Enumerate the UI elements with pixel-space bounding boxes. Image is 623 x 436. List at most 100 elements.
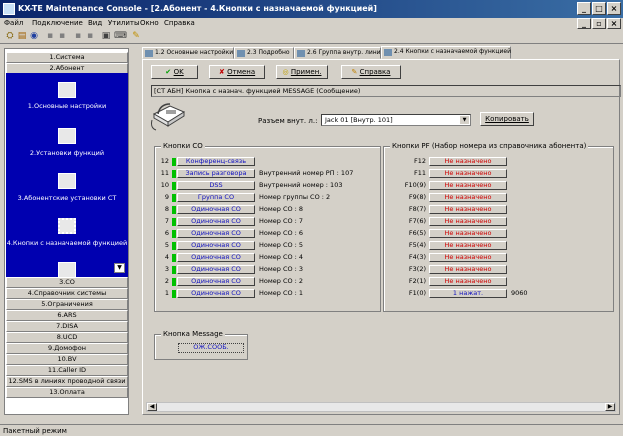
pf-keys-title: Кнопки PF (Набор номера из справочника а… <box>390 142 589 150</box>
nav-disa[interactable]: 7.DISA <box>6 321 128 332</box>
chevron-down-icon[interactable]: ▼ <box>460 116 469 124</box>
close-button[interactable]: × <box>607 2 621 15</box>
help-icon[interactable]: ✎ <box>130 31 142 42</box>
co-key-button[interactable]: Одиночная CO <box>177 217 255 226</box>
nav-caller-id[interactable]: 11.Caller ID <box>6 365 128 376</box>
tab-basic-settings[interactable]: 1.2 Основные настройки <box>142 47 234 59</box>
co-key-info: Номер CO : 6 <box>259 229 304 237</box>
pf-key-button[interactable]: 1 нажат. <box>429 289 507 298</box>
nav-ars[interactable]: 6.ARS <box>6 310 128 321</box>
co-key-button[interactable]: Одиночная CO <box>177 289 255 298</box>
led-indicator <box>172 194 176 202</box>
pf-key-button[interactable]: Не назначено <box>429 157 507 166</box>
terminal-icon[interactable]: ⌨ <box>114 31 127 42</box>
pf-key-button[interactable]: Не назначено <box>429 181 507 190</box>
co-key-button[interactable]: Одиночная CO <box>177 253 255 262</box>
nav-doorphone[interactable]: 9.Домофон <box>6 343 128 354</box>
horizontal-scrollbar[interactable]: ◀ ▶ <box>146 402 616 412</box>
co-key-button[interactable]: DSS <box>177 181 255 190</box>
cancel-button[interactable]: ✘ Отмена <box>209 65 265 79</box>
message-waiting-button[interactable]: ОЖ.СООБ. <box>178 343 244 353</box>
nav-ucd[interactable]: 8.UCD <box>6 332 128 343</box>
co-key-button[interactable]: Одиночная CO <box>177 277 255 286</box>
disconnect-icon[interactable]: ◉ <box>28 31 40 42</box>
pf-key-button[interactable]: Не назначено <box>429 217 507 226</box>
upload-icon[interactable]: ▪ <box>72 31 84 42</box>
pf-key-button[interactable]: Не назначено <box>429 193 507 202</box>
phone-settings-icon[interactable] <box>58 82 76 98</box>
tab-flexible-keys[interactable]: 2.4 Кнопки с назначаемой функцией <box>381 46 511 59</box>
content-area: ✔ OK ✘ Отмена ◎ Примен. ✎ Справка [СТ АБ… <box>142 59 621 415</box>
co-key-number: 9 <box>164 193 169 201</box>
nav-restrictions[interactable]: 5.Ограничения <box>6 299 128 310</box>
mdi-minimize-button[interactable]: _ <box>577 18 591 29</box>
co-key-button[interactable]: Одиночная CO <box>177 265 255 274</box>
pf-key-number: F1(0) <box>408 289 426 297</box>
menu-connect[interactable]: Подключение <box>32 19 83 27</box>
scroll-left-icon[interactable]: ◀ <box>147 403 157 411</box>
mdi-close-button[interactable]: × <box>607 18 621 29</box>
co-key-button[interactable]: Одиночная CO <box>177 241 255 250</box>
maximize-button[interactable]: □ <box>592 2 606 15</box>
nav-basic-settings[interactable]: 1.Основные настройки <box>6 102 128 110</box>
pf-keys-group: Кнопки PF (Набор номера из справочника а… <box>383 142 614 312</box>
apply-button[interactable]: ◎ Примен. <box>276 65 328 79</box>
menu-view[interactable]: Вид <box>88 19 102 27</box>
pf-key-number: F8(7) <box>408 205 426 213</box>
pf-key-button[interactable]: Не назначено <box>429 277 507 286</box>
ok-button[interactable]: ✔ OK <box>151 65 198 79</box>
co-key-number: 11 <box>160 169 169 177</box>
open-icon[interactable]: ▤ <box>16 31 28 42</box>
nav-co[interactable]: 3.CO <box>6 277 128 288</box>
more-icon[interactable] <box>58 262 76 278</box>
nav-scroll-down-icon[interactable]: ▼ <box>114 263 125 273</box>
co-key-button[interactable]: Одиночная CO <box>177 205 255 214</box>
minimize-button[interactable]: _ <box>577 2 591 15</box>
feature-settings-icon[interactable] <box>58 128 76 144</box>
nav-bv[interactable]: 10.BV <box>6 354 128 365</box>
nav-system[interactable]: 1.Система <box>6 52 128 63</box>
menu-window[interactable]: Окно <box>140 19 159 27</box>
menu-file[interactable]: Файл <box>4 19 23 27</box>
pf-key-button[interactable]: Не назначено <box>429 205 507 214</box>
nav-sms[interactable]: 12.SMS в линиях проводной связи <box>6 376 128 387</box>
scroll-right-icon[interactable]: ▶ <box>605 403 615 411</box>
copy-button[interactable]: Копировать <box>480 112 534 126</box>
co-key-button[interactable]: Запись разговора <box>177 169 255 178</box>
nav-flexible-keys[interactable]: 4.Кнопки с назначаемой функцией <box>6 239 128 247</box>
mdi-restore-button[interactable]: ▫ <box>592 18 606 29</box>
tab-ext-group[interactable]: 2.6 Группа внутр. линий <box>294 47 384 59</box>
load-icon[interactable]: ▪ <box>56 31 68 42</box>
download-icon[interactable]: ▪ <box>84 31 96 42</box>
menu-help[interactable]: Справка <box>164 19 195 27</box>
pf-key-button[interactable]: Не назначено <box>429 229 507 238</box>
help-button[interactable]: ✎ Справка <box>341 65 401 79</box>
pf-key-button[interactable]: Не назначено <box>429 169 507 178</box>
flexible-keys-icon[interactable] <box>58 218 76 234</box>
co-key-info: Номер CO : 2 <box>259 277 304 285</box>
co-key-info: Внутренний номер РП : 107 <box>259 169 354 177</box>
co-key-info: Номер CO : 8 <box>259 205 304 213</box>
nav-terminal-settings[interactable]: 3.Абонентские установки СТ <box>6 194 128 202</box>
co-key-button[interactable]: Группа CO <box>177 193 255 202</box>
co-key-number: 10 <box>160 181 169 189</box>
extension-label: Разъем внут. л.: <box>258 117 318 125</box>
tab-details[interactable]: 2.3 Подробно <box>234 47 294 59</box>
pf-key-button[interactable]: Не назначено <box>429 253 507 262</box>
co-key-button[interactable]: Одиночная CO <box>177 229 255 238</box>
pf-key-button[interactable]: Не назначено <box>429 241 507 250</box>
pf-key-number: F9(8) <box>408 193 426 201</box>
save-icon[interactable]: ▪ <box>44 31 56 42</box>
extension-select[interactable]: Jack 01 [Внутр. 101] ▼ <box>321 114 471 126</box>
connect-icon[interactable]: ⛭ <box>4 31 16 42</box>
nav-directory[interactable]: 4.Справочник системы <box>6 288 128 299</box>
terminal-settings-icon[interactable] <box>58 173 76 189</box>
menu-utilities[interactable]: Утилиты <box>108 19 140 27</box>
co-key-button[interactable]: Конференц-связь <box>177 157 255 166</box>
pf-key-button[interactable]: Не назначено <box>429 265 507 274</box>
program-icon[interactable]: ▣ <box>100 31 112 42</box>
help-icon: ✎ <box>351 68 360 76</box>
co-key-number: 2 <box>164 277 169 285</box>
nav-billing[interactable]: 13.Оплата <box>6 387 128 398</box>
nav-feature-settings[interactable]: 2.Установки функций <box>6 149 128 157</box>
